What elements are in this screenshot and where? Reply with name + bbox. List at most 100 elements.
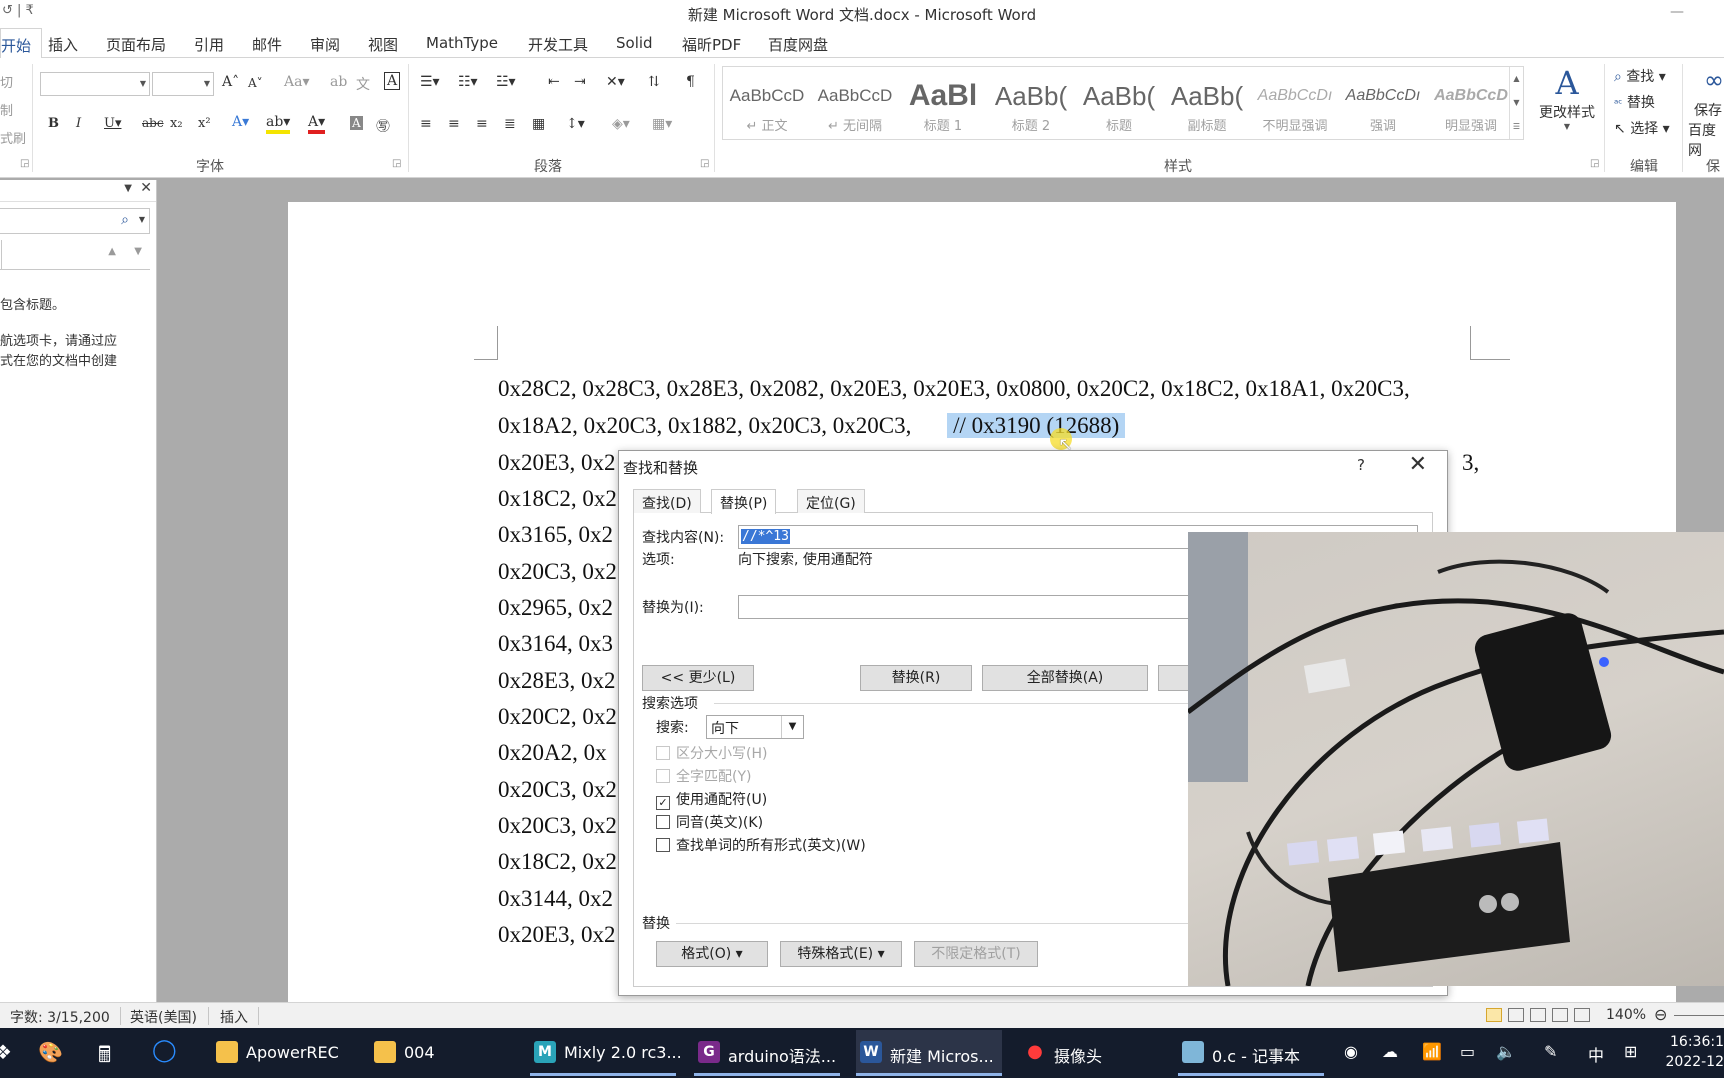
less-button[interactable]: << 更少(L) — [642, 665, 754, 691]
show-marks-icon[interactable]: ¶ — [686, 74, 695, 90]
style-heading-2[interactable]: AaBb( 标题 2 — [991, 77, 1071, 137]
tab-mailings[interactable]: 邮件 — [252, 34, 282, 55]
style-title[interactable]: AaBb( 标题 — [1079, 77, 1159, 137]
cloud-icon[interactable]: ☁ — [1382, 1042, 1398, 1061]
chinese-layout-icon[interactable]: ✕▾ — [606, 74, 625, 90]
align-center-icon[interactable]: ≡ — [448, 116, 460, 132]
taskbar-item-word[interactable]: W 新建 Micros... — [856, 1030, 1002, 1076]
superscript-icon[interactable]: x² — [198, 116, 211, 131]
tab-developer[interactable]: 开发工具 — [528, 34, 588, 55]
taskbar-item-arduino-pdf[interactable]: G arduino语法... — [694, 1030, 840, 1076]
next-heading-icon[interactable]: ▼ — [134, 246, 142, 257]
font-size-combo[interactable]: ▼ — [152, 72, 214, 96]
replace-all-button[interactable]: 全部替换(A) — [982, 665, 1148, 691]
character-border-icon[interactable]: A — [384, 72, 401, 90]
distributed-icon[interactable]: ▦ — [532, 116, 545, 132]
keyboard-layout-icon[interactable]: ⊞ — [1624, 1042, 1637, 1061]
print-layout-icon[interactable] — [1486, 1008, 1502, 1022]
character-shading-icon[interactable]: A — [350, 116, 363, 130]
find-button[interactable]: ⌕ 查找 ▾ — [1614, 66, 1666, 86]
zoom-slider[interactable] — [1674, 1015, 1724, 1016]
outline-view-icon[interactable] — [1552, 1008, 1568, 1022]
chevron-down-icon[interactable]: ▼ — [139, 215, 145, 224]
multilevel-list-icon[interactable]: ☳▾ — [496, 74, 516, 90]
special-format-button[interactable]: 特殊格式(E) ▾ — [780, 941, 902, 967]
chevron-down-icon[interactable]: ▼ — [124, 183, 132, 194]
style-subtitle[interactable]: AaBb( 副标题 — [1167, 77, 1247, 137]
highlight-icon[interactable]: ab▾ — [266, 114, 291, 134]
sort-icon[interactable]: ⇅ — [648, 74, 660, 90]
browser-icon[interactable]: ◯ — [152, 1038, 177, 1063]
tab-find[interactable]: 查找(D) — [633, 489, 701, 513]
align-right-icon[interactable]: ≡ — [476, 116, 488, 132]
language-status[interactable]: 英语(美国) — [130, 1007, 197, 1027]
tab-solid[interactable]: Solid — [616, 34, 653, 52]
style-no-spacing[interactable]: AaBbCcD ↵ 无间隔 — [815, 77, 895, 137]
enclose-characters-icon[interactable]: ㊢ — [376, 116, 390, 136]
borders-icon[interactable]: ▦▾ — [652, 116, 672, 132]
ime-indicator[interactable]: 中 — [1588, 1042, 1604, 1066]
subscript-icon[interactable]: x₂ — [170, 116, 183, 131]
increase-indent-icon[interactable]: ⇥ — [574, 74, 586, 90]
font-color-icon[interactable]: A▾ — [308, 114, 326, 134]
styles-launcher-icon[interactable]: ◲ — [1590, 158, 1599, 169]
shading-icon[interactable]: ◈▾ — [612, 116, 630, 132]
nav-tab[interactable] — [0, 240, 2, 270]
sounds-like-checkbox[interactable]: 同音(英文)(K) — [656, 812, 763, 832]
taskbar-item-apowerrec[interactable]: ApowerREC — [212, 1030, 352, 1076]
change-case-icon[interactable]: Aa▾ — [284, 74, 309, 90]
close-icon[interactable]: ✕ — [140, 180, 152, 196]
font-name-combo[interactable]: ▼ — [40, 72, 150, 96]
grow-font-icon[interactable]: A˄ — [222, 74, 239, 90]
font-launcher-icon[interactable]: ◲ — [392, 158, 401, 169]
line-spacing-icon[interactable]: ↕▾ — [566, 116, 585, 132]
chevron-up-icon[interactable]: ▲ — [1510, 67, 1523, 91]
gallery-scrollbar[interactable]: ▲ ▼ ☰ — [1509, 67, 1523, 139]
italic-icon[interactable]: I — [76, 116, 81, 131]
battery-icon[interactable]: ▭ — [1460, 1042, 1475, 1061]
all-word-forms-checkbox[interactable]: 查找单词的所有形式(英文)(W) — [656, 835, 866, 855]
tab-mathtype[interactable]: MathType — [426, 34, 498, 52]
copy-button[interactable]: 制 — [0, 100, 13, 119]
search-direction-select[interactable]: 向下 ▼ — [706, 715, 804, 739]
pen-icon[interactable]: ✎ — [1544, 1042, 1557, 1061]
taskbar-item-mixly[interactable]: M Mixly 2.0 rc3... — [530, 1030, 682, 1076]
format-button[interactable]: 格式(O) ▾ — [656, 941, 768, 967]
taskbar-item-camera[interactable]: ● 摄像头 — [1020, 1030, 1160, 1076]
gallery-more-icon[interactable]: ☰ — [1510, 115, 1523, 139]
tab-insert[interactable]: 插入 — [48, 34, 78, 55]
bullets-icon[interactable]: ☰▾ — [420, 74, 440, 90]
help-button[interactable]: ? — [1357, 456, 1365, 474]
zoom-out-icon[interactable]: ⊖ — [1654, 1005, 1667, 1024]
web-layout-icon[interactable] — [1530, 1008, 1546, 1022]
phonetic-guide-icon[interactable]: 文 — [356, 74, 370, 94]
save-to-baidu-button[interactable]: 保存 — [1694, 100, 1722, 120]
word-count[interactable]: 字数: 3/15,200 — [10, 1007, 110, 1027]
nav-search-input[interactable]: ⌕ ▼ — [0, 208, 150, 234]
insert-mode-status[interactable]: 插入 — [220, 1007, 248, 1027]
chevron-down-icon[interactable]: ▼ — [781, 716, 803, 738]
taskbar-item-notepad[interactable]: 0.c - 记事本 — [1178, 1030, 1324, 1076]
style-normal[interactable]: AaBbCcD ↵ 正文 — [727, 77, 807, 137]
wifi-icon[interactable]: 📶 — [1422, 1042, 1442, 1061]
select-button[interactable]: ↖ 选择 ▾ — [1614, 118, 1670, 138]
whole-word-checkbox[interactable]: 全字匹配(Y) — [656, 766, 751, 786]
style-intense-emphasis[interactable]: AaBbCcD 明显强调 — [1431, 77, 1511, 137]
clear-format-icon[interactable]: ab — [330, 74, 347, 90]
numbering-icon[interactable]: ☷▾ — [458, 74, 478, 90]
replace-button[interactable]: ᵃᶜ 替换 — [1614, 92, 1655, 112]
calculator-icon[interactable]: 🖩 — [98, 1038, 111, 1076]
full-screen-reading-icon[interactable] — [1508, 1008, 1524, 1022]
style-emphasis[interactable]: AaBbCcDı 强调 — [1343, 77, 1423, 137]
tab-review[interactable]: 审阅 — [310, 34, 340, 55]
justify-icon[interactable]: ≣ — [504, 116, 516, 132]
style-heading-1[interactable]: AaBl 标题 1 — [903, 77, 983, 137]
underline-icon[interactable]: U▾ — [104, 116, 121, 131]
match-case-checkbox[interactable]: 区分大小写(H) — [656, 743, 767, 763]
close-button[interactable]: ✕ — [1409, 452, 1427, 477]
tab-replace[interactable]: 替换(P) — [711, 489, 777, 514]
system-clock[interactable]: 16:36:1 2022-12 — [1666, 1032, 1724, 1072]
search-icon[interactable]: ⌕ — [121, 212, 129, 228]
style-subtle-emphasis[interactable]: AaBbCcDı 不明显强调 — [1255, 77, 1335, 137]
shrink-font-icon[interactable]: A˅ — [248, 76, 263, 90]
